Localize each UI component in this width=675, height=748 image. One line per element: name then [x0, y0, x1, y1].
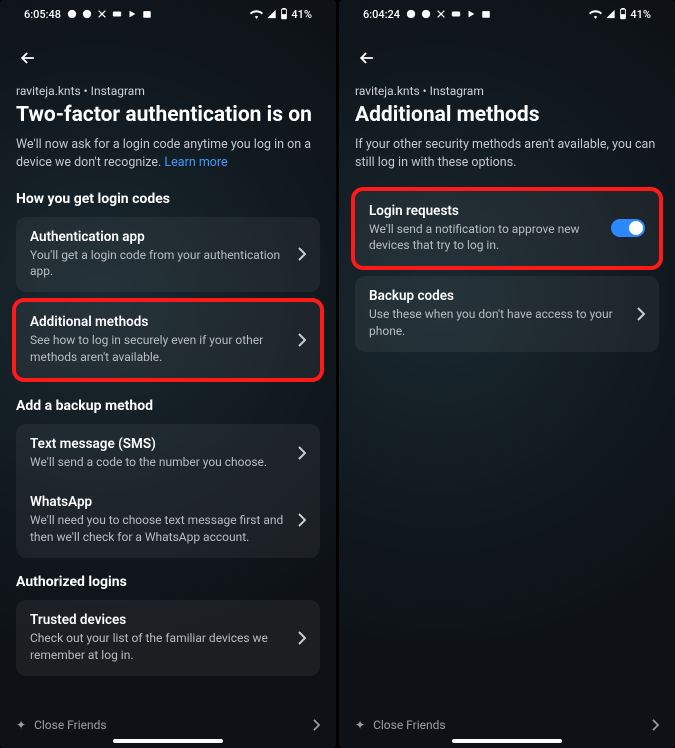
chevron-right-icon	[298, 247, 306, 261]
row-title: Additional methods	[30, 314, 288, 330]
battery-icon	[619, 8, 627, 20]
page-title: Two-factor authentication is on	[16, 102, 320, 128]
chevron-right-icon	[298, 513, 306, 527]
row-subtitle: We'll send a notification to approve new…	[369, 221, 601, 255]
signal-icon	[266, 9, 277, 19]
row-subtitle: See how to log in securely even if your …	[30, 332, 288, 366]
youtube-icon	[451, 9, 461, 19]
row-sms[interactable]: Text message (SMS) We'll send a code to …	[16, 424, 320, 483]
row-backup-codes[interactable]: Backup codes Use these when you don't ha…	[355, 276, 659, 352]
arrow-left-icon	[357, 48, 377, 68]
status-battery: 41%	[630, 8, 651, 21]
whatsapp-icon	[82, 9, 92, 19]
arrow-left-icon	[18, 48, 38, 68]
whatsapp-icon	[421, 9, 431, 19]
fragment-icon: ✦	[355, 718, 365, 732]
phone-left: 6:05:48 41% raviteja.knts • Instagram Tw…	[0, 0, 336, 748]
partial-row-bottom: ✦ Close Friends	[0, 718, 336, 732]
section-authorized-logins: Authorized logins	[16, 574, 320, 590]
row-subtitle: We'll send a code to the number you choo…	[30, 454, 288, 471]
login-requests-toggle[interactable]	[611, 219, 645, 237]
wifi-icon	[589, 9, 602, 19]
chevron-right-icon	[313, 719, 320, 731]
chevron-right-icon	[637, 307, 645, 321]
play-icon	[127, 9, 137, 19]
wifi-icon	[250, 9, 263, 19]
row-title: Trusted devices	[30, 612, 288, 628]
fragment-label: Close Friends	[373, 718, 446, 732]
section-how-you-get-codes: How you get login codes	[16, 191, 320, 207]
chevron-right-icon	[298, 631, 306, 645]
page-title: Additional methods	[355, 102, 659, 128]
status-notif-icons	[406, 9, 491, 19]
missed-call-icon	[97, 9, 107, 19]
row-subtitle: Check out your list of the familiar devi…	[30, 630, 288, 664]
back-button[interactable]	[16, 46, 40, 70]
status-bar: 6:05:48 41%	[0, 0, 336, 28]
row-subtitle: We'll need you to choose text message fi…	[30, 512, 288, 546]
signal-icon	[605, 9, 616, 19]
home-indicator[interactable]	[113, 739, 223, 743]
home-indicator[interactable]	[452, 739, 562, 743]
row-subtitle: You'll get a login code from your authen…	[30, 247, 288, 281]
breadcrumb: raviteja.knts • Instagram	[355, 84, 659, 98]
chat-icon	[67, 9, 77, 19]
phone-right: 6:04:24 41% raviteja.knts • Instagram Ad…	[339, 0, 675, 748]
play-icon	[466, 9, 476, 19]
fragment-icon: ✦	[16, 718, 26, 732]
highlight-login-requests: Login requests We'll send a notification…	[351, 187, 663, 271]
highlight-additional-methods: Additional methods See how to log in sec…	[12, 298, 324, 382]
partial-row-bottom: ✦ Close Friends	[339, 718, 675, 732]
row-title: WhatsApp	[30, 494, 288, 510]
row-trusted-devices[interactable]: Trusted devices Check out your list of t…	[16, 600, 320, 676]
row-additional-methods[interactable]: Additional methods See how to log in sec…	[16, 302, 320, 378]
chevron-right-icon	[652, 719, 659, 731]
row-subtitle: Use these when you don't have access to …	[369, 306, 627, 340]
missed-call-icon	[436, 9, 446, 19]
row-authentication-app[interactable]: Authentication app You'll get a login co…	[16, 217, 320, 293]
page-description: We'll now ask for a login code anytime y…	[16, 136, 320, 172]
row-title: Authentication app	[30, 229, 288, 245]
row-login-requests[interactable]: Login requests We'll send a notification…	[355, 191, 659, 267]
section-add-backup: Add a backup method	[16, 398, 320, 414]
status-bar: 6:04:24 41%	[339, 0, 675, 28]
youtube-icon	[112, 9, 122, 19]
row-title: Login requests	[369, 203, 601, 219]
page-description: If your other security methods aren't av…	[355, 136, 659, 172]
row-title: Backup codes	[369, 288, 627, 304]
calendar-icon	[481, 9, 491, 19]
back-button[interactable]	[355, 46, 379, 70]
row-title: Text message (SMS)	[30, 436, 288, 452]
breadcrumb: raviteja.knts • Instagram	[16, 84, 320, 98]
chevron-right-icon	[298, 446, 306, 460]
battery-icon	[280, 8, 288, 20]
chat-icon	[406, 9, 416, 19]
status-time: 6:04:24	[363, 8, 400, 21]
status-notif-icons	[67, 9, 152, 19]
fragment-label: Close Friends	[34, 718, 107, 732]
row-whatsapp[interactable]: WhatsApp We'll need you to choose text m…	[16, 482, 320, 558]
learn-more-link[interactable]: Learn more	[164, 155, 227, 170]
calendar-icon	[142, 9, 152, 19]
status-battery: 41%	[291, 8, 312, 21]
chevron-right-icon	[298, 333, 306, 347]
status-time: 6:05:48	[24, 8, 61, 21]
